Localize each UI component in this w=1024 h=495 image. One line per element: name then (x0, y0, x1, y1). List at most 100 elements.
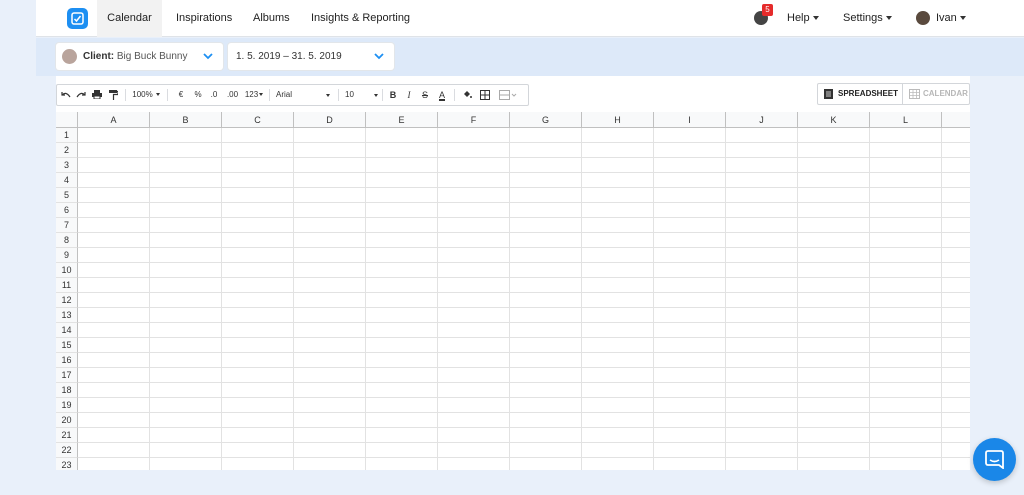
paint-format-icon[interactable] (106, 85, 120, 105)
print-icon[interactable] (90, 85, 104, 105)
font-size-select[interactable]: 10 (345, 85, 378, 105)
text-color-button[interactable]: A (435, 85, 449, 105)
user-name: Ivan (936, 12, 957, 24)
chevron-down-icon (885, 16, 892, 20)
spreadsheet-view-button[interactable]: SPREADSHEET (818, 84, 901, 104)
document-icon (824, 89, 833, 99)
row-header[interactable]: 22 (56, 443, 78, 458)
increase-decimal-button[interactable]: .00 (224, 85, 241, 105)
column-header[interactable]: H (582, 112, 654, 128)
date-range-text: 1. 5. 2019 – 31. 5. 2019 (236, 51, 342, 62)
column-header[interactable]: D (294, 112, 366, 128)
client-select-text: Client: Big Buck Bunny (83, 43, 188, 70)
borders-icon[interactable] (478, 85, 492, 105)
help-menu[interactable]: Help (787, 0, 819, 37)
chevron-down-icon (374, 53, 384, 60)
calendar-view-button[interactable]: CALENDAR (902, 84, 970, 104)
column-header[interactable]: L (870, 112, 942, 128)
row-header[interactable]: 15 (56, 338, 78, 353)
chevron-down-icon (203, 53, 213, 60)
row-header[interactable]: 19 (56, 398, 78, 413)
app-logo-icon[interactable] (67, 8, 88, 29)
chevron-down-icon (259, 93, 264, 96)
percent-format-button[interactable]: % (192, 85, 204, 105)
italic-button[interactable]: I (403, 85, 415, 105)
redo-icon[interactable] (74, 85, 88, 105)
row-header[interactable]: 16 (56, 353, 78, 368)
spreadsheet-panel: 100% € % .0 .00 123 Arial 10 B I S A SPR… (56, 76, 970, 470)
user-avatar[interactable] (916, 11, 930, 25)
toolbar-separator (269, 89, 270, 101)
spreadsheet-toolbar: 100% € % .0 .00 123 Arial 10 B I S A (56, 84, 529, 106)
spreadsheet-grid[interactable]: ABCDEFGHIJKL 1 2 3 4 5 6 7 8 9 10 11 12 13 14 15 16 17 18… (56, 112, 970, 470)
column-header[interactable]: F (438, 112, 510, 128)
toolbar-separator (167, 89, 168, 101)
row-header[interactable]: 12 (56, 293, 78, 308)
row-header[interactable]: 7 (56, 218, 78, 233)
column-header[interactable]: B (150, 112, 222, 128)
undo-icon[interactable] (59, 85, 73, 105)
calendar-grid-icon (909, 89, 920, 99)
spreadsheet-view-label: SPREADSHEET (838, 89, 899, 98)
column-header[interactable]: J (726, 112, 798, 128)
number-format-select[interactable]: 123 (243, 85, 265, 105)
row-header[interactable]: 6 (56, 203, 78, 218)
row-header[interactable]: 14 (56, 323, 78, 338)
decrease-decimal-button[interactable]: .0 (207, 85, 221, 105)
column-header[interactable]: C (222, 112, 294, 128)
column-header[interactable]: G (510, 112, 582, 128)
nav-insights-reporting[interactable]: Insights & Reporting (311, 0, 410, 37)
row-header[interactable]: 5 (56, 188, 78, 203)
settings-label: Settings (843, 12, 883, 24)
chevron-down-icon (155, 93, 160, 96)
settings-menu[interactable]: Settings (843, 0, 892, 37)
zoom-select[interactable]: 100% (131, 85, 161, 105)
font-size-value: 10 (345, 90, 354, 99)
top-navigation: Calendar Inspirations Albums Insights & … (36, 0, 1024, 37)
row-header[interactable]: 1 (56, 128, 78, 143)
toolbar-separator (125, 89, 126, 101)
column-header[interactable]: A (78, 112, 150, 128)
nav-calendar[interactable]: Calendar (97, 0, 162, 37)
row-header[interactable]: 2 (56, 143, 78, 158)
row-header[interactable]: 4 (56, 173, 78, 188)
currency-format-button[interactable]: € (175, 85, 187, 105)
row-header[interactable]: 13 (56, 308, 78, 323)
chat-button[interactable] (973, 438, 1016, 481)
chat-icon (985, 450, 1004, 469)
row-header[interactable]: 20 (56, 413, 78, 428)
merge-cells-icon[interactable] (496, 85, 520, 105)
fill-color-icon[interactable] (460, 85, 474, 105)
row-header[interactable]: 23 (56, 458, 78, 470)
chevron-down-icon (959, 16, 966, 20)
font-family-value: Arial (276, 90, 293, 99)
date-range-select[interactable]: 1. 5. 2019 – 31. 5. 2019 (228, 43, 394, 70)
chevron-down-icon (374, 94, 378, 97)
row-header[interactable]: 8 (56, 233, 78, 248)
toolbar-separator (338, 89, 339, 101)
client-select[interactable]: Client: Big Buck Bunny (56, 43, 223, 70)
select-all-corner[interactable] (56, 112, 78, 128)
font-family-select[interactable]: Arial (276, 85, 332, 105)
client-label: Client: (83, 51, 115, 62)
row-header[interactable]: 3 (56, 158, 78, 173)
nav-albums[interactable]: Albums (253, 0, 290, 37)
cell-area[interactable] (78, 128, 970, 470)
row-header[interactable]: 18 (56, 383, 78, 398)
row-header[interactable]: 9 (56, 248, 78, 263)
zoom-value: 100% (132, 90, 153, 99)
nav-inspirations[interactable]: Inspirations (176, 0, 232, 37)
row-header[interactable]: 10 (56, 263, 78, 278)
toolbar-separator (382, 89, 383, 101)
strikethrough-button[interactable]: S (419, 85, 431, 105)
row-header[interactable]: 11 (56, 278, 78, 293)
bold-button[interactable]: B (387, 85, 399, 105)
toolbar-separator (454, 89, 455, 101)
user-menu[interactable]: Ivan (936, 0, 966, 37)
column-header[interactable]: K (798, 112, 870, 128)
column-header[interactable]: I (654, 112, 726, 128)
row-header[interactable]: 17 (56, 368, 78, 383)
column-header[interactable]: E (366, 112, 438, 128)
calendar-view-label: CALENDAR (923, 89, 968, 98)
row-header[interactable]: 21 (56, 428, 78, 443)
